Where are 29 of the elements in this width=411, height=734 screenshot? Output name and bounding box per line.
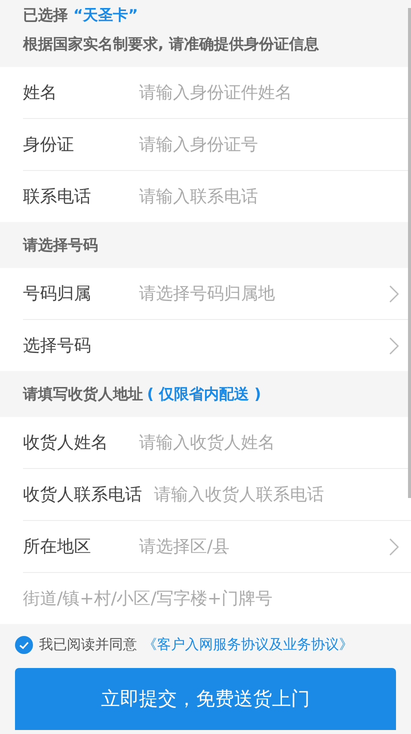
section-title: 请选择号码 <box>23 236 98 255</box>
field-label: 收货人联系电话 <box>23 484 142 506</box>
section-title: 根据国家实名制要求, 请准确提供身份证信息 <box>23 35 319 54</box>
submit-button[interactable]: 立即提交，免费送货上门 <box>15 668 396 730</box>
picker-field[interactable]: 请选择号码归属地 <box>139 268 399 319</box>
chevron-icon <box>389 336 399 354</box>
input-field[interactable]: 街道/镇+村/小区/写字楼+门牌号 <box>23 588 399 608</box>
chevron-icon <box>389 538 399 556</box>
section-title: 请填写收货人地址 <box>23 385 143 404</box>
agreement-link[interactable]: 《客户入网服务协议及业务协议》 <box>143 636 353 654</box>
input-field[interactable]: 请输入收货人联系电话 <box>154 484 399 504</box>
field-label: 选择号码 <box>23 335 92 357</box>
picker-field[interactable]: 请选择区/县 <box>139 521 399 572</box>
field-label: 联系电话 <box>23 186 92 208</box>
input-field[interactable]: 请输入收货人姓名 <box>139 432 399 452</box>
selected-card-text: 已选择 “天圣卡” <box>22 5 139 25</box>
field-label: 收货人姓名 <box>23 432 109 454</box>
field-label: 姓名 <box>23 82 58 104</box>
input-field[interactable]: 请输入身份证号 <box>139 134 399 154</box>
field-label: 所在地区 <box>23 536 92 558</box>
input-field[interactable]: 请输入身份证件姓名 <box>139 82 399 102</box>
input-field[interactable]: 请输入联系电话 <box>139 186 399 206</box>
chevron-icon <box>389 284 399 302</box>
field-label: 号码归属 <box>23 283 92 305</box>
agreement-text: 我已阅读并同意 <box>39 636 137 654</box>
section-note: ( 仅限省内配送 ) <box>147 385 262 404</box>
checkbox[interactable] <box>15 636 33 654</box>
field-label: 身份证 <box>23 134 75 156</box>
scrollbar[interactable] <box>408 8 411 498</box>
